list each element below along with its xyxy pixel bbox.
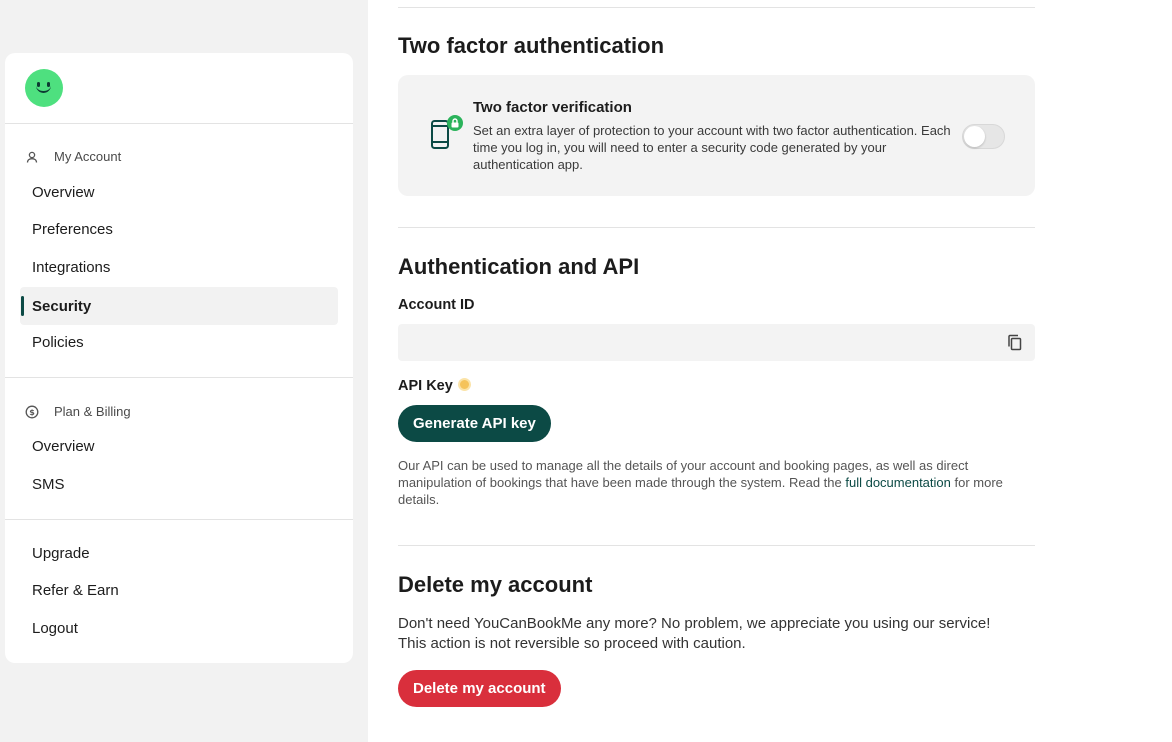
coin-icon xyxy=(457,378,471,391)
dollar-icon: $ xyxy=(25,405,39,418)
sidebar: My Account Overview Preferences Integrat… xyxy=(5,53,353,663)
delete-account-button[interactable]: Delete my account xyxy=(398,670,561,707)
toggle-knob xyxy=(964,126,985,147)
user-icon xyxy=(26,151,38,163)
sidebar-item-integrations[interactable]: Integrations xyxy=(20,248,338,286)
delete-account-heading: Delete my account xyxy=(398,572,593,597)
sidebar-item-upgrade[interactable]: Upgrade xyxy=(20,534,338,572)
sidebar-item-security[interactable]: Security xyxy=(20,287,338,325)
sidebar-item-sms[interactable]: SMS xyxy=(20,465,338,503)
sidebar-group-my-account: My Account xyxy=(25,149,121,164)
delete-account-text-2: This action is not reversible so proceed… xyxy=(398,635,746,652)
two-factor-heading: Two factor authentication xyxy=(398,33,665,58)
sidebar-divider xyxy=(5,123,353,124)
two-factor-description: Set an extra layer of protection to your… xyxy=(473,123,951,172)
sidebar-item-refer-earn[interactable]: Refer & Earn xyxy=(20,571,338,609)
section-divider xyxy=(398,545,1035,546)
sidebar-divider xyxy=(5,377,353,378)
generate-api-key-button[interactable]: Generate API key xyxy=(398,405,551,442)
sidebar-divider xyxy=(5,519,353,520)
section-divider xyxy=(398,227,1035,228)
sidebar-item-overview[interactable]: Overview xyxy=(20,173,338,211)
sidebar-group-label: My Account xyxy=(54,149,122,164)
logo-icon[interactable] xyxy=(25,69,66,110)
sidebar-background: My Account Overview Preferences Integrat… xyxy=(0,0,368,742)
account-id-label: Account ID xyxy=(398,297,475,313)
sidebar-item-policies[interactable]: Policies xyxy=(20,323,338,361)
sidebar-item-preferences[interactable]: Preferences xyxy=(20,210,338,248)
sidebar-item-logout[interactable]: Logout xyxy=(20,609,338,647)
section-divider xyxy=(398,7,1035,8)
account-id-field[interactable] xyxy=(398,324,1035,361)
copy-icon[interactable] xyxy=(1007,334,1023,352)
svg-text:$: $ xyxy=(29,408,35,417)
phone-lock-icon xyxy=(431,115,463,149)
two-factor-title: Two factor verification xyxy=(473,99,632,116)
auth-api-heading: Authentication and API xyxy=(398,254,640,279)
sidebar-group-plan-billing: $ Plan & Billing xyxy=(25,404,131,419)
two-factor-toggle[interactable] xyxy=(962,124,1005,149)
api-description: Our API can be used to manage all the de… xyxy=(398,458,1003,507)
full-documentation-link[interactable]: full documentation xyxy=(845,475,951,490)
two-factor-card: Two factor verification Set an extra lay… xyxy=(398,75,1035,196)
api-key-label: API Key xyxy=(398,378,453,394)
sidebar-group-label: Plan & Billing xyxy=(54,404,131,419)
api-key-label-row: API Key xyxy=(398,378,471,394)
delete-account-text-1: Don't need YouCanBookMe any more? No pro… xyxy=(398,615,991,632)
sidebar-item-billing-overview[interactable]: Overview xyxy=(20,427,338,465)
